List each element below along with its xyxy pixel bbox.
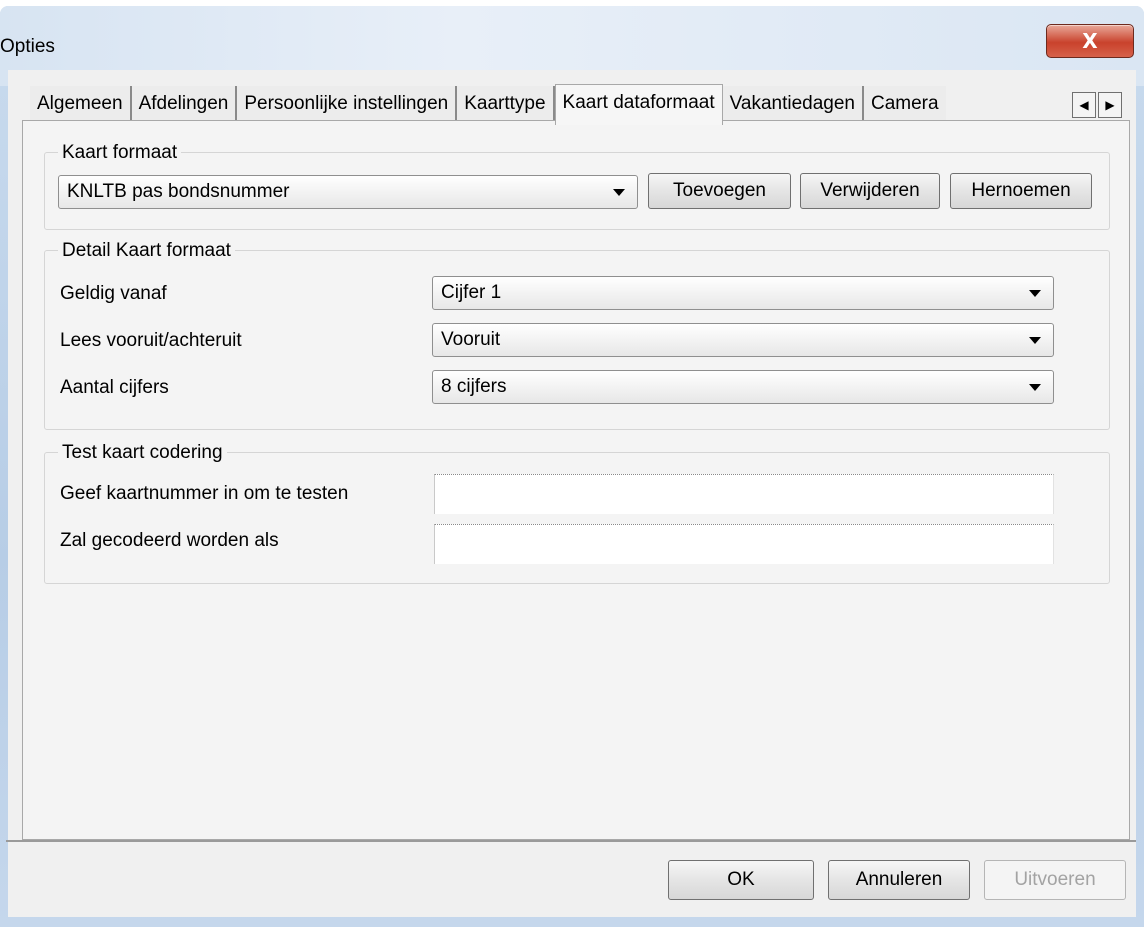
window-title: Opties — [0, 36, 55, 57]
close-icon: X — [1082, 29, 1098, 53]
cancel-button[interactable]: Annuleren — [828, 860, 970, 900]
tab-scroll-right-button[interactable]: ▶ — [1098, 92, 1122, 118]
geldig-vanaf-value: Cijfer 1 — [441, 282, 502, 303]
lees-richting-value: Vooruit — [441, 329, 501, 350]
kaart-formaat-select[interactable]: KNLTB pas bondsnummer — [58, 175, 638, 209]
group-title-kaart-formaat: Kaart formaat — [58, 142, 182, 164]
apply-button[interactable]: Uitvoeren — [984, 860, 1126, 900]
kaart-formaat-value: KNLTB pas bondsnummer — [67, 181, 290, 202]
tab-kaart-dataformaat[interactable]: Kaart dataformaat — [554, 84, 723, 125]
tab-camera[interactable]: Camera — [864, 86, 946, 122]
chevron-down-icon — [1029, 384, 1041, 391]
chevron-down-icon — [613, 189, 625, 196]
tab-vakantiedagen[interactable]: Vakantiedagen — [722, 86, 864, 122]
tab-kaarttype[interactable]: Kaarttype — [457, 86, 555, 122]
aantal-cijfers-label: Aantal cijfers — [60, 377, 169, 398]
arrow-left-icon: ◀ — [1079, 98, 1089, 112]
group-title-detail: Detail Kaart formaat — [58, 240, 235, 262]
arrow-right-icon: ▶ — [1105, 98, 1115, 112]
aantal-cijfers-value: 8 cijfers — [441, 376, 507, 397]
test-output-label: Zal gecodeerd worden als — [60, 530, 279, 551]
lees-richting-select[interactable]: Vooruit — [432, 323, 1054, 357]
chevron-down-icon — [1029, 337, 1041, 344]
ok-button[interactable]: OK — [668, 860, 814, 900]
aantal-cijfers-select[interactable]: 8 cijfers — [432, 370, 1054, 404]
tab-strip: Algemeen Afdelingen Persoonlijke instell… — [30, 84, 946, 125]
tab-persoonlijke-instellingen[interactable]: Persoonlijke instellingen — [237, 86, 458, 122]
tab-scroll-left-button[interactable]: ◀ — [1072, 92, 1096, 118]
chevron-down-icon — [1029, 290, 1041, 297]
close-button[interactable]: X — [1046, 24, 1134, 58]
group-title-test: Test kaart codering — [58, 442, 227, 464]
lees-richting-label: Lees vooruit/achteruit — [60, 330, 242, 351]
tab-algemeen[interactable]: Algemeen — [30, 86, 132, 122]
test-card-number-input[interactable] — [434, 474, 1054, 514]
footer-divider — [6, 840, 1136, 842]
add-button[interactable]: Toevoegen — [648, 173, 791, 209]
tab-scroll-buttons: ◀ ▶ — [1072, 92, 1122, 118]
encoded-output-field — [434, 524, 1054, 564]
rename-button[interactable]: Hernoemen — [950, 173, 1092, 209]
group-test — [44, 452, 1110, 584]
delete-button[interactable]: Verwijderen — [800, 173, 940, 209]
geldig-vanaf-select[interactable]: Cijfer 1 — [432, 276, 1054, 310]
test-input-label: Geef kaartnummer in om te testen — [60, 483, 349, 504]
geldig-vanaf-label: Geldig vanaf — [60, 283, 167, 304]
tab-afdelingen[interactable]: Afdelingen — [131, 86, 238, 122]
